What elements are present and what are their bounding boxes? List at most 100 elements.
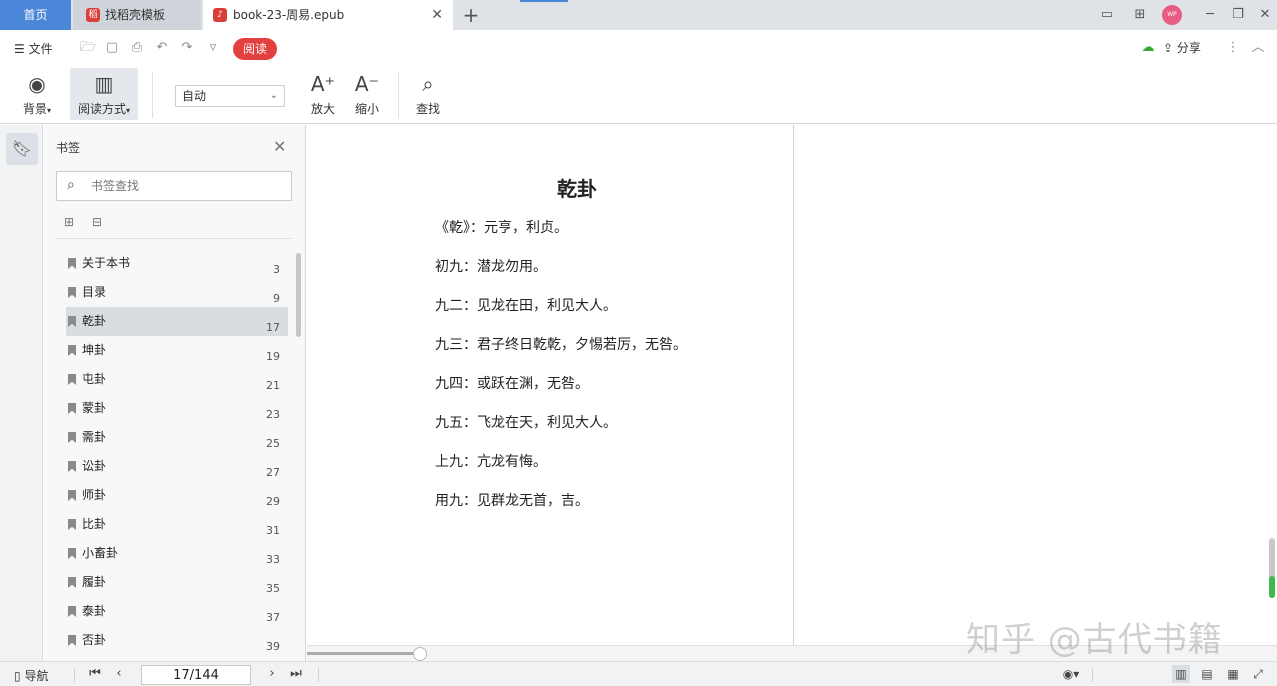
next-page-icon[interactable]: › xyxy=(263,665,281,683)
search-icon: ⌕ xyxy=(422,72,434,96)
file-menu-button[interactable]: ☰ 文件 xyxy=(14,40,53,57)
font-decrease-icon: A⁻ xyxy=(354,72,380,96)
bookmark-item[interactable]: 乾卦 17 xyxy=(66,307,288,336)
read-mode-button[interactable]: ▥ 阅读方式▾ xyxy=(70,68,138,120)
tab-template-label: 找稻壳模板 xyxy=(105,8,166,22)
page-number-input[interactable] xyxy=(141,665,251,685)
bookmark-item[interactable]: 师卦 29 xyxy=(66,481,288,510)
print-icon[interactable]: ⎙ xyxy=(128,39,146,57)
first-page-icon[interactable]: ⏮ xyxy=(86,665,104,683)
bookmark-item[interactable]: 讼卦 27 xyxy=(66,452,288,481)
undo-icon[interactable]: ↶ xyxy=(153,39,171,57)
share-icon: ⇪ xyxy=(1163,41,1174,55)
bookmark-icon xyxy=(68,258,76,269)
bookmark-item-label: 泰卦 xyxy=(82,604,107,618)
bookmark-item[interactable]: 比卦 31 xyxy=(66,510,288,539)
verse-line: 九三：君子终日乾乾，夕惕若厉，无咎。 xyxy=(435,337,687,353)
save-icon[interactable]: ▢ xyxy=(103,39,121,57)
book-view-icon[interactable]: ▦ xyxy=(1224,665,1242,683)
tab-home[interactable]: 首页 xyxy=(0,0,71,30)
bookmark-icon xyxy=(68,606,76,617)
bookmark-panel: 书签 ✕ ⌕ ⊞ ⊟ 关于本书3目录9乾卦17坤卦19屯卦21蒙卦23需卦25讼… xyxy=(44,125,306,661)
bookmark-search: ⌕ xyxy=(56,171,292,201)
bookmark-item[interactable]: 蒙卦 23 xyxy=(66,394,288,423)
bookmark-item-label: 需卦 xyxy=(82,430,107,444)
bookmark-panel-toggle[interactable]: 🔖︎ xyxy=(6,133,38,165)
tab-document-label: book-23-周易.epub xyxy=(233,8,345,22)
bookmark-item-label: 否卦 xyxy=(82,633,107,647)
bookmark-item[interactable]: 目录 9 xyxy=(66,278,288,307)
ribbon-divider xyxy=(398,72,399,118)
more-icon[interactable]: ⋮ xyxy=(1224,39,1242,57)
tab-document[interactable]: ♪ book-23-周易.epub ✕ xyxy=(203,0,453,30)
single-page-view-icon[interactable]: ▤ xyxy=(1198,665,1216,683)
bookmark-item[interactable]: 坤卦 19 xyxy=(66,336,288,365)
prev-page-icon[interactable]: ‹ xyxy=(110,665,128,683)
book-columns-icon: ▥ xyxy=(94,72,114,96)
bookmark-item[interactable]: 泰卦 37 xyxy=(66,597,288,626)
bookmark-scrollbar[interactable] xyxy=(296,253,301,337)
read-mode-badge[interactable]: 阅读 xyxy=(233,38,277,60)
reading-layout-icon[interactable]: ▭ xyxy=(1096,5,1118,25)
apps-grid-icon[interactable]: ⊞ xyxy=(1129,5,1151,25)
eye-protection-icon[interactable]: ◉▾ xyxy=(1058,665,1084,683)
restore-icon[interactable]: ❐ xyxy=(1227,5,1249,25)
zoom-out-label: 缩小 xyxy=(354,102,379,116)
bookmark-icon xyxy=(68,548,76,559)
scrollbar-thumb[interactable] xyxy=(1269,576,1275,598)
bookmark-item-label: 目录 xyxy=(82,285,107,299)
search-icon: ⌕ xyxy=(67,177,75,193)
verse-line: 九五：飞龙在天，利见大人。 xyxy=(435,415,617,431)
slider-knob[interactable] xyxy=(413,647,427,661)
verse-line: 九二：见龙在田，利见大人。 xyxy=(435,298,617,314)
bookmark-item-label: 乾卦 xyxy=(82,314,107,328)
expand-all-icon[interactable]: ⊞ xyxy=(60,213,78,231)
status-divider xyxy=(318,668,319,682)
close-tab-icon[interactable]: ✕ xyxy=(431,0,443,30)
verse-line: 《乾》：元亨，利贞。 xyxy=(435,220,568,236)
bookmark-item[interactable]: 否卦 39 xyxy=(66,626,288,655)
zoom-select[interactable]: 自动 ⌄ xyxy=(175,85,285,107)
close-icon[interactable]: ✕ xyxy=(273,137,286,156)
bookmark-item-label: 坤卦 xyxy=(82,343,107,357)
cloud-sync-icon[interactable]: ☁ xyxy=(1139,39,1157,57)
background-button[interactable]: ◉ 背景▾ xyxy=(14,68,60,120)
bookmark-item[interactable]: 小畜卦 33 xyxy=(66,539,288,568)
share-button[interactable]: ⇪ 分享 xyxy=(1163,39,1201,56)
close-window-icon[interactable]: ✕ xyxy=(1254,5,1276,25)
bookmark-search-input[interactable] xyxy=(91,177,281,195)
find-button[interactable]: ⌕ 查找 xyxy=(411,68,445,120)
open-folder-icon[interactable]: 🗁 xyxy=(79,39,97,57)
last-page-icon[interactable]: ⏭ xyxy=(287,665,305,683)
dual-page-view-icon[interactable]: ▥ xyxy=(1172,665,1190,683)
divider xyxy=(56,238,292,239)
collapse-all-icon[interactable]: ⊟ xyxy=(88,213,106,231)
minimize-icon[interactable]: ─ xyxy=(1199,5,1221,25)
bookmark-item-label: 比卦 xyxy=(82,517,107,531)
chevron-down-icon: ⌄ xyxy=(269,90,278,101)
bookmark-list: 关于本书 3 目录 9 乾卦 17 坤卦 19 屯卦 21 蒙卦 23 需卦 25 讼卦 27 师卦 29 比卦 31… xyxy=(66,249,288,655)
quick-access-bar: ☰ 文件 🗁 ▢ ⎙ ↶ ↷ ▿ 阅读 ☁ ⇪ 分享 ⋮ ︿ xyxy=(0,30,1277,68)
tab-template[interactable]: 稻 找稻壳模板 xyxy=(73,0,201,30)
epub-file-icon: ♪ xyxy=(213,8,227,22)
navigation-toggle[interactable]: ▯ 导航 xyxy=(14,667,48,684)
bookmark-item-label: 关于本书 xyxy=(82,256,131,270)
new-tab-button[interactable]: + xyxy=(461,3,481,27)
document-scrollbar[interactable] xyxy=(1269,538,1275,598)
collapse-ribbon-icon[interactable]: ︿ xyxy=(1249,39,1267,57)
status-bar: ▯ 导航 ⏮ ‹ › ⏭ ◉▾ ▥ ▤ ▦ ⤢ xyxy=(0,661,1277,686)
fullscreen-icon[interactable]: ⤢ xyxy=(1249,665,1267,683)
bookmark-item[interactable]: 关于本书 3 xyxy=(66,249,288,278)
verse-line: 用九：见群龙无首，吉。 xyxy=(435,493,589,509)
bookmark-item[interactable]: 需卦 25 xyxy=(66,423,288,452)
bookmark-item[interactable]: 履卦 35 xyxy=(66,568,288,597)
verse-line: 上九：亢龙有悔。 xyxy=(435,454,547,470)
redo-icon[interactable]: ↷ xyxy=(178,39,196,57)
hamburger-icon: ☰ xyxy=(14,42,25,56)
zoom-in-button[interactable]: A⁺ 放大 xyxy=(306,68,340,120)
verse-line: 九四：或跃在渊，无咎。 xyxy=(435,376,589,392)
zoom-out-button[interactable]: A⁻ 缩小 xyxy=(350,68,384,120)
avatar[interactable]: WP xyxy=(1162,5,1182,25)
customize-dropdown-icon[interactable]: ▿ xyxy=(204,39,222,57)
bookmark-item[interactable]: 屯卦 21 xyxy=(66,365,288,394)
